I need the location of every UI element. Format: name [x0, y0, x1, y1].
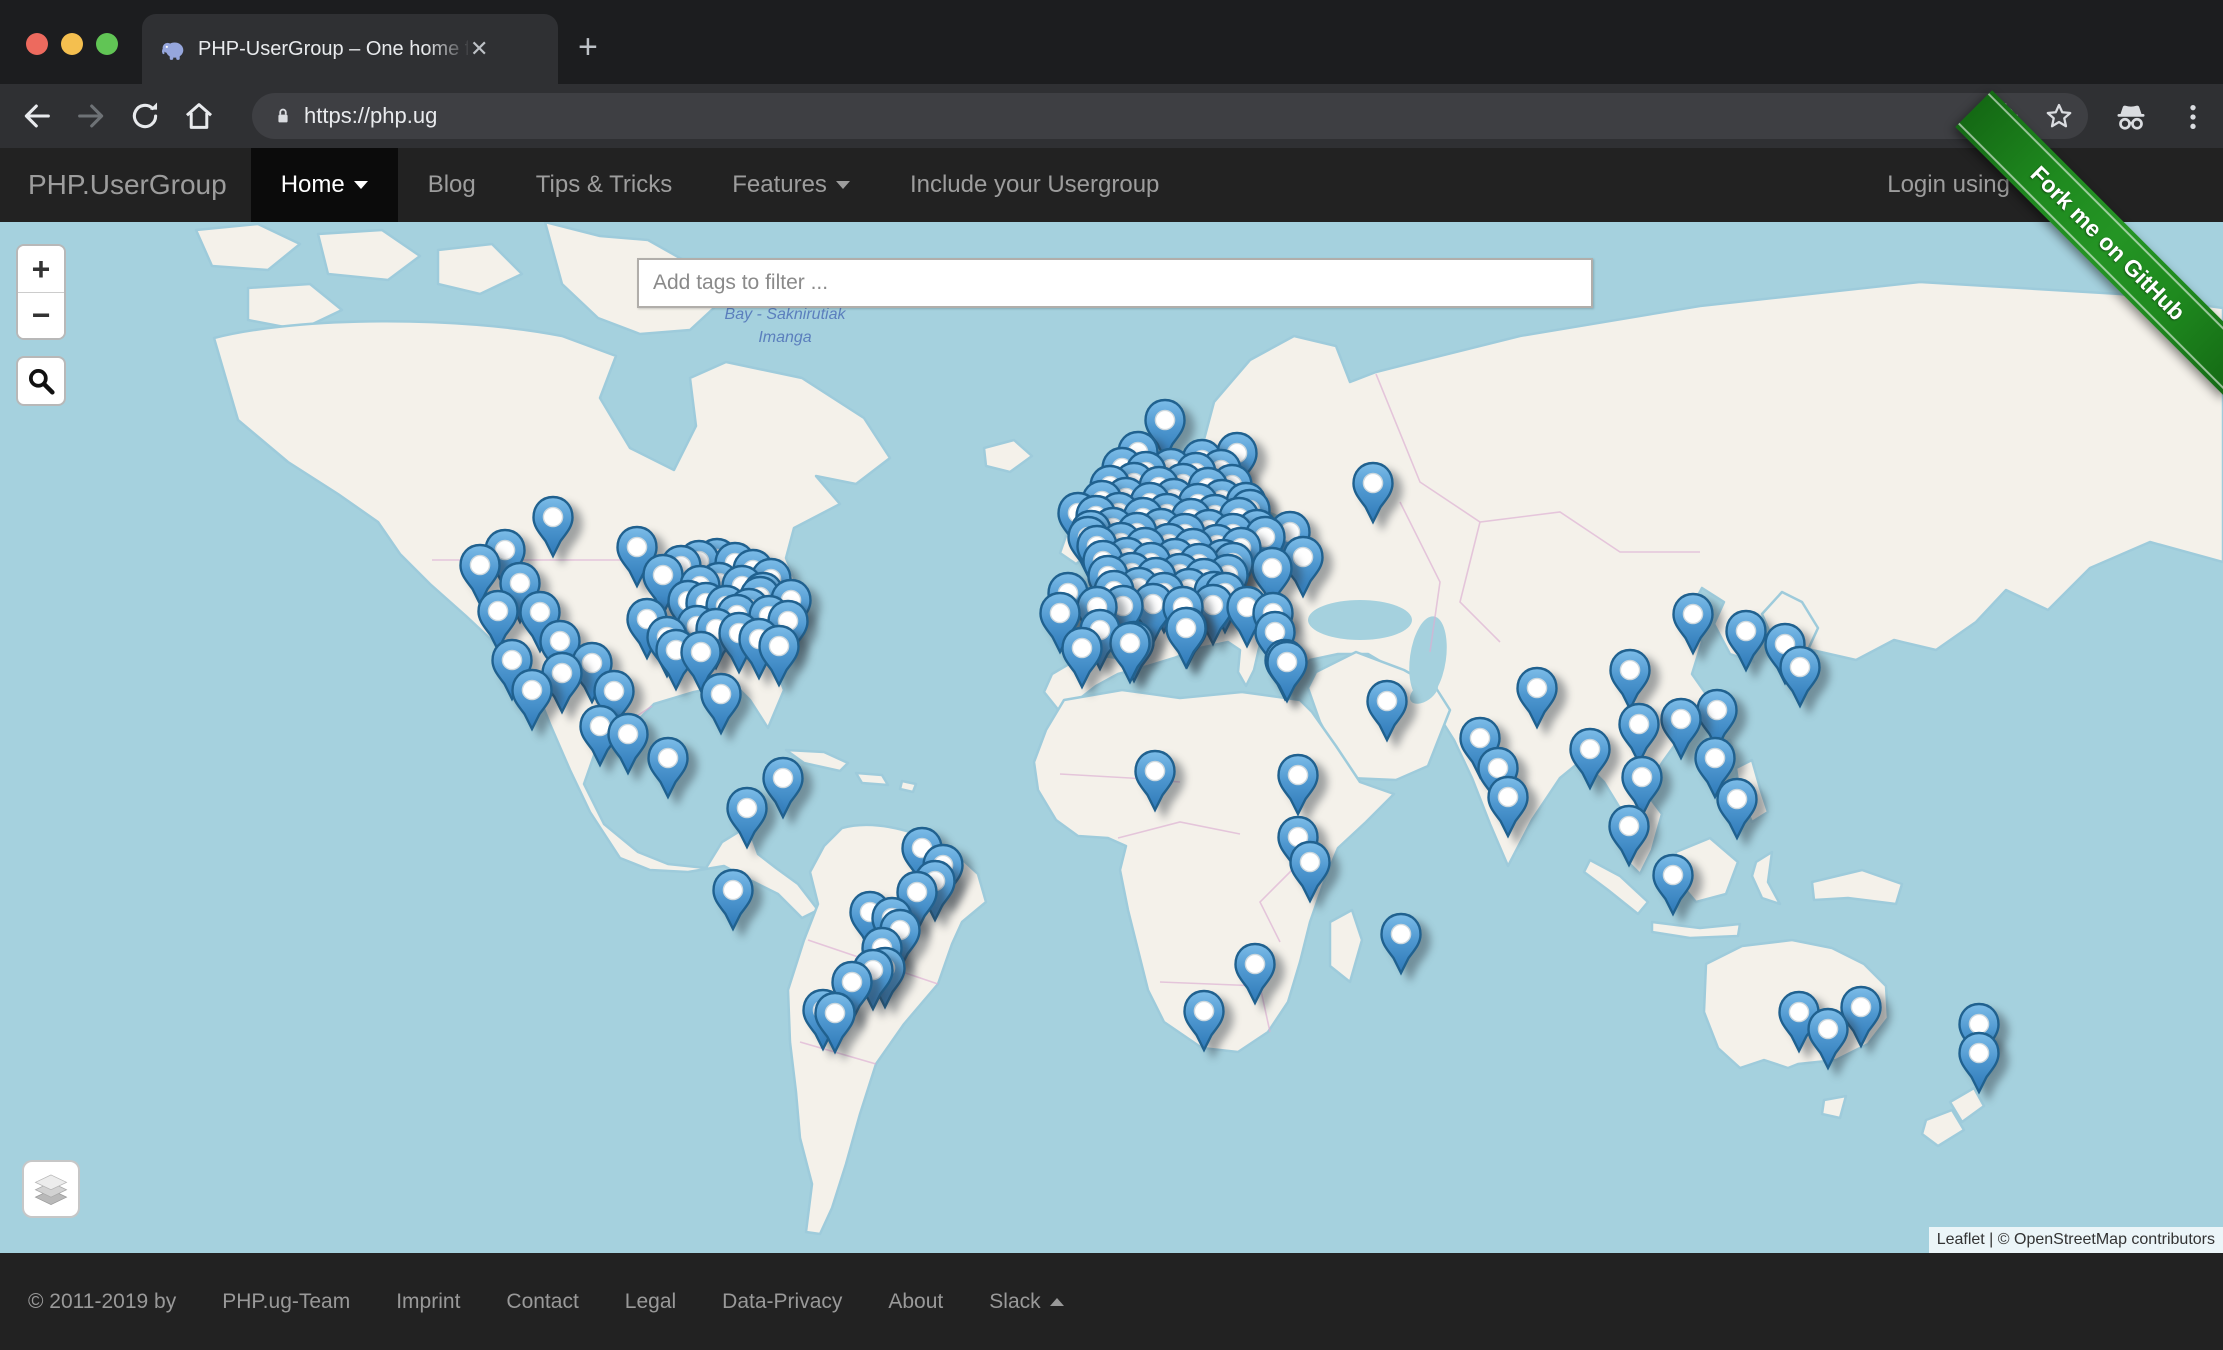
map-marker[interactable] — [510, 668, 554, 732]
browser-tab[interactable]: PHP-UserGroup – One home fo ✕ — [142, 14, 558, 84]
map-marker[interactable] — [1351, 461, 1395, 525]
chevron-down-icon — [836, 181, 850, 189]
map-search-button[interactable] — [16, 356, 66, 406]
map-marker[interactable] — [1233, 942, 1277, 1006]
map-marker[interactable] — [1957, 1031, 2001, 1095]
footer-link-phpug-team[interactable]: PHP.ug-Team — [222, 1290, 350, 1314]
map-marker[interactable] — [1671, 592, 1715, 656]
site-footer: © 2011-2019 by PHP.ug-Team Imprint Conta… — [0, 1253, 2223, 1350]
chevron-down-icon — [354, 181, 368, 189]
map-marker[interactable] — [699, 672, 743, 736]
map-marker[interactable] — [531, 495, 575, 559]
lock-icon — [272, 105, 294, 127]
tag-filter-input[interactable] — [637, 258, 1593, 308]
map-marker[interactable] — [1379, 912, 1423, 976]
map-marker[interactable] — [1778, 645, 1822, 709]
map-marker[interactable] — [1651, 853, 1695, 917]
map-marker[interactable] — [711, 868, 755, 932]
zoom-in-button[interactable]: + — [18, 246, 64, 292]
map-marker[interactable] — [1715, 777, 1759, 841]
url-text[interactable]: https://php.ug — [304, 103, 437, 129]
map-marker[interactable] — [813, 991, 857, 1055]
window-minimize-button[interactable] — [61, 33, 83, 55]
nav-item-features[interactable]: Features — [702, 148, 880, 222]
layers-control[interactable] — [22, 1160, 80, 1218]
map-marker[interactable] — [1288, 840, 1332, 904]
forward-icon[interactable] — [74, 99, 108, 133]
map-marker[interactable] — [1164, 606, 1208, 670]
tab-close-icon[interactable]: ✕ — [470, 36, 488, 62]
map-attribution[interactable]: Leaflet | © OpenStreetMap contributors — [1929, 1227, 2223, 1253]
reload-icon[interactable] — [128, 99, 162, 133]
address-bar[interactable]: https://php.ug — [252, 93, 2088, 139]
zoom-control: + − — [16, 244, 66, 340]
chevron-up-icon — [1050, 1298, 1064, 1306]
nav-item-tips-tricks[interactable]: Tips & Tricks — [506, 148, 702, 222]
nav-item-include-usergroup[interactable]: Include your Usergroup — [880, 148, 1189, 222]
map-marker[interactable] — [1133, 749, 1177, 813]
map-marker[interactable] — [606, 712, 650, 776]
incognito-icon — [2113, 99, 2149, 135]
world-map[interactable]: Baffin Bay - Saknirutiak Imanga — [0, 222, 2223, 1253]
footer-link-data-privacy[interactable]: Data-Privacy — [722, 1290, 842, 1314]
tab-title-fade — [426, 34, 472, 68]
map-landmass — [0, 222, 2223, 1253]
footer-link-contact[interactable]: Contact — [506, 1290, 578, 1314]
footer-link-legal[interactable]: Legal — [625, 1290, 676, 1314]
site-navbar: PHP.UserGroup Home Blog Tips & Tricks Fe… — [0, 148, 2223, 222]
bookmark-star-icon[interactable] — [2044, 101, 2074, 131]
copyright-text: © 2011-2019 by — [28, 1290, 176, 1314]
map-marker[interactable] — [1607, 804, 1651, 868]
browser-menu-icon[interactable] — [2177, 101, 2209, 133]
map-marker[interactable] — [1060, 626, 1104, 690]
search-icon — [25, 365, 57, 397]
map-marker[interactable] — [1515, 666, 1559, 730]
map-marker[interactable] — [1108, 621, 1152, 685]
map-marker[interactable] — [1724, 609, 1768, 673]
layers-icon — [31, 1169, 71, 1209]
back-icon[interactable] — [20, 99, 54, 133]
map-marker[interactable] — [1276, 753, 1320, 817]
map-marker[interactable] — [1806, 1007, 1850, 1071]
window-close-button[interactable] — [26, 33, 48, 55]
map-marker[interactable] — [646, 736, 690, 800]
zoom-out-button[interactable]: − — [18, 292, 64, 338]
map-marker[interactable] — [1486, 775, 1530, 839]
browser-titlebar: PHP-UserGroup – One home fo ✕ + — [0, 0, 2223, 84]
window-zoom-button[interactable] — [96, 33, 118, 55]
footer-link-slack[interactable]: Slack — [989, 1290, 1063, 1314]
footer-link-about[interactable]: About — [888, 1290, 943, 1314]
nav-item-home[interactable]: Home — [251, 148, 398, 222]
map-marker[interactable] — [1265, 640, 1309, 704]
map-marker[interactable] — [1365, 679, 1409, 743]
browser-toolbar: https://php.ug — [0, 84, 2223, 148]
home-icon[interactable] — [182, 99, 216, 133]
nav-item-blog[interactable]: Blog — [398, 148, 506, 222]
map-marker[interactable] — [1568, 727, 1612, 791]
map-marker[interactable] — [757, 624, 801, 688]
php-elephant-favicon — [160, 36, 186, 62]
map-marker[interactable] — [725, 786, 769, 850]
brand-logo[interactable]: PHP.UserGroup — [28, 169, 227, 201]
footer-link-imprint[interactable]: Imprint — [396, 1290, 460, 1314]
map-marker[interactable] — [1182, 989, 1226, 1053]
new-tab-button[interactable]: + — [578, 30, 598, 64]
